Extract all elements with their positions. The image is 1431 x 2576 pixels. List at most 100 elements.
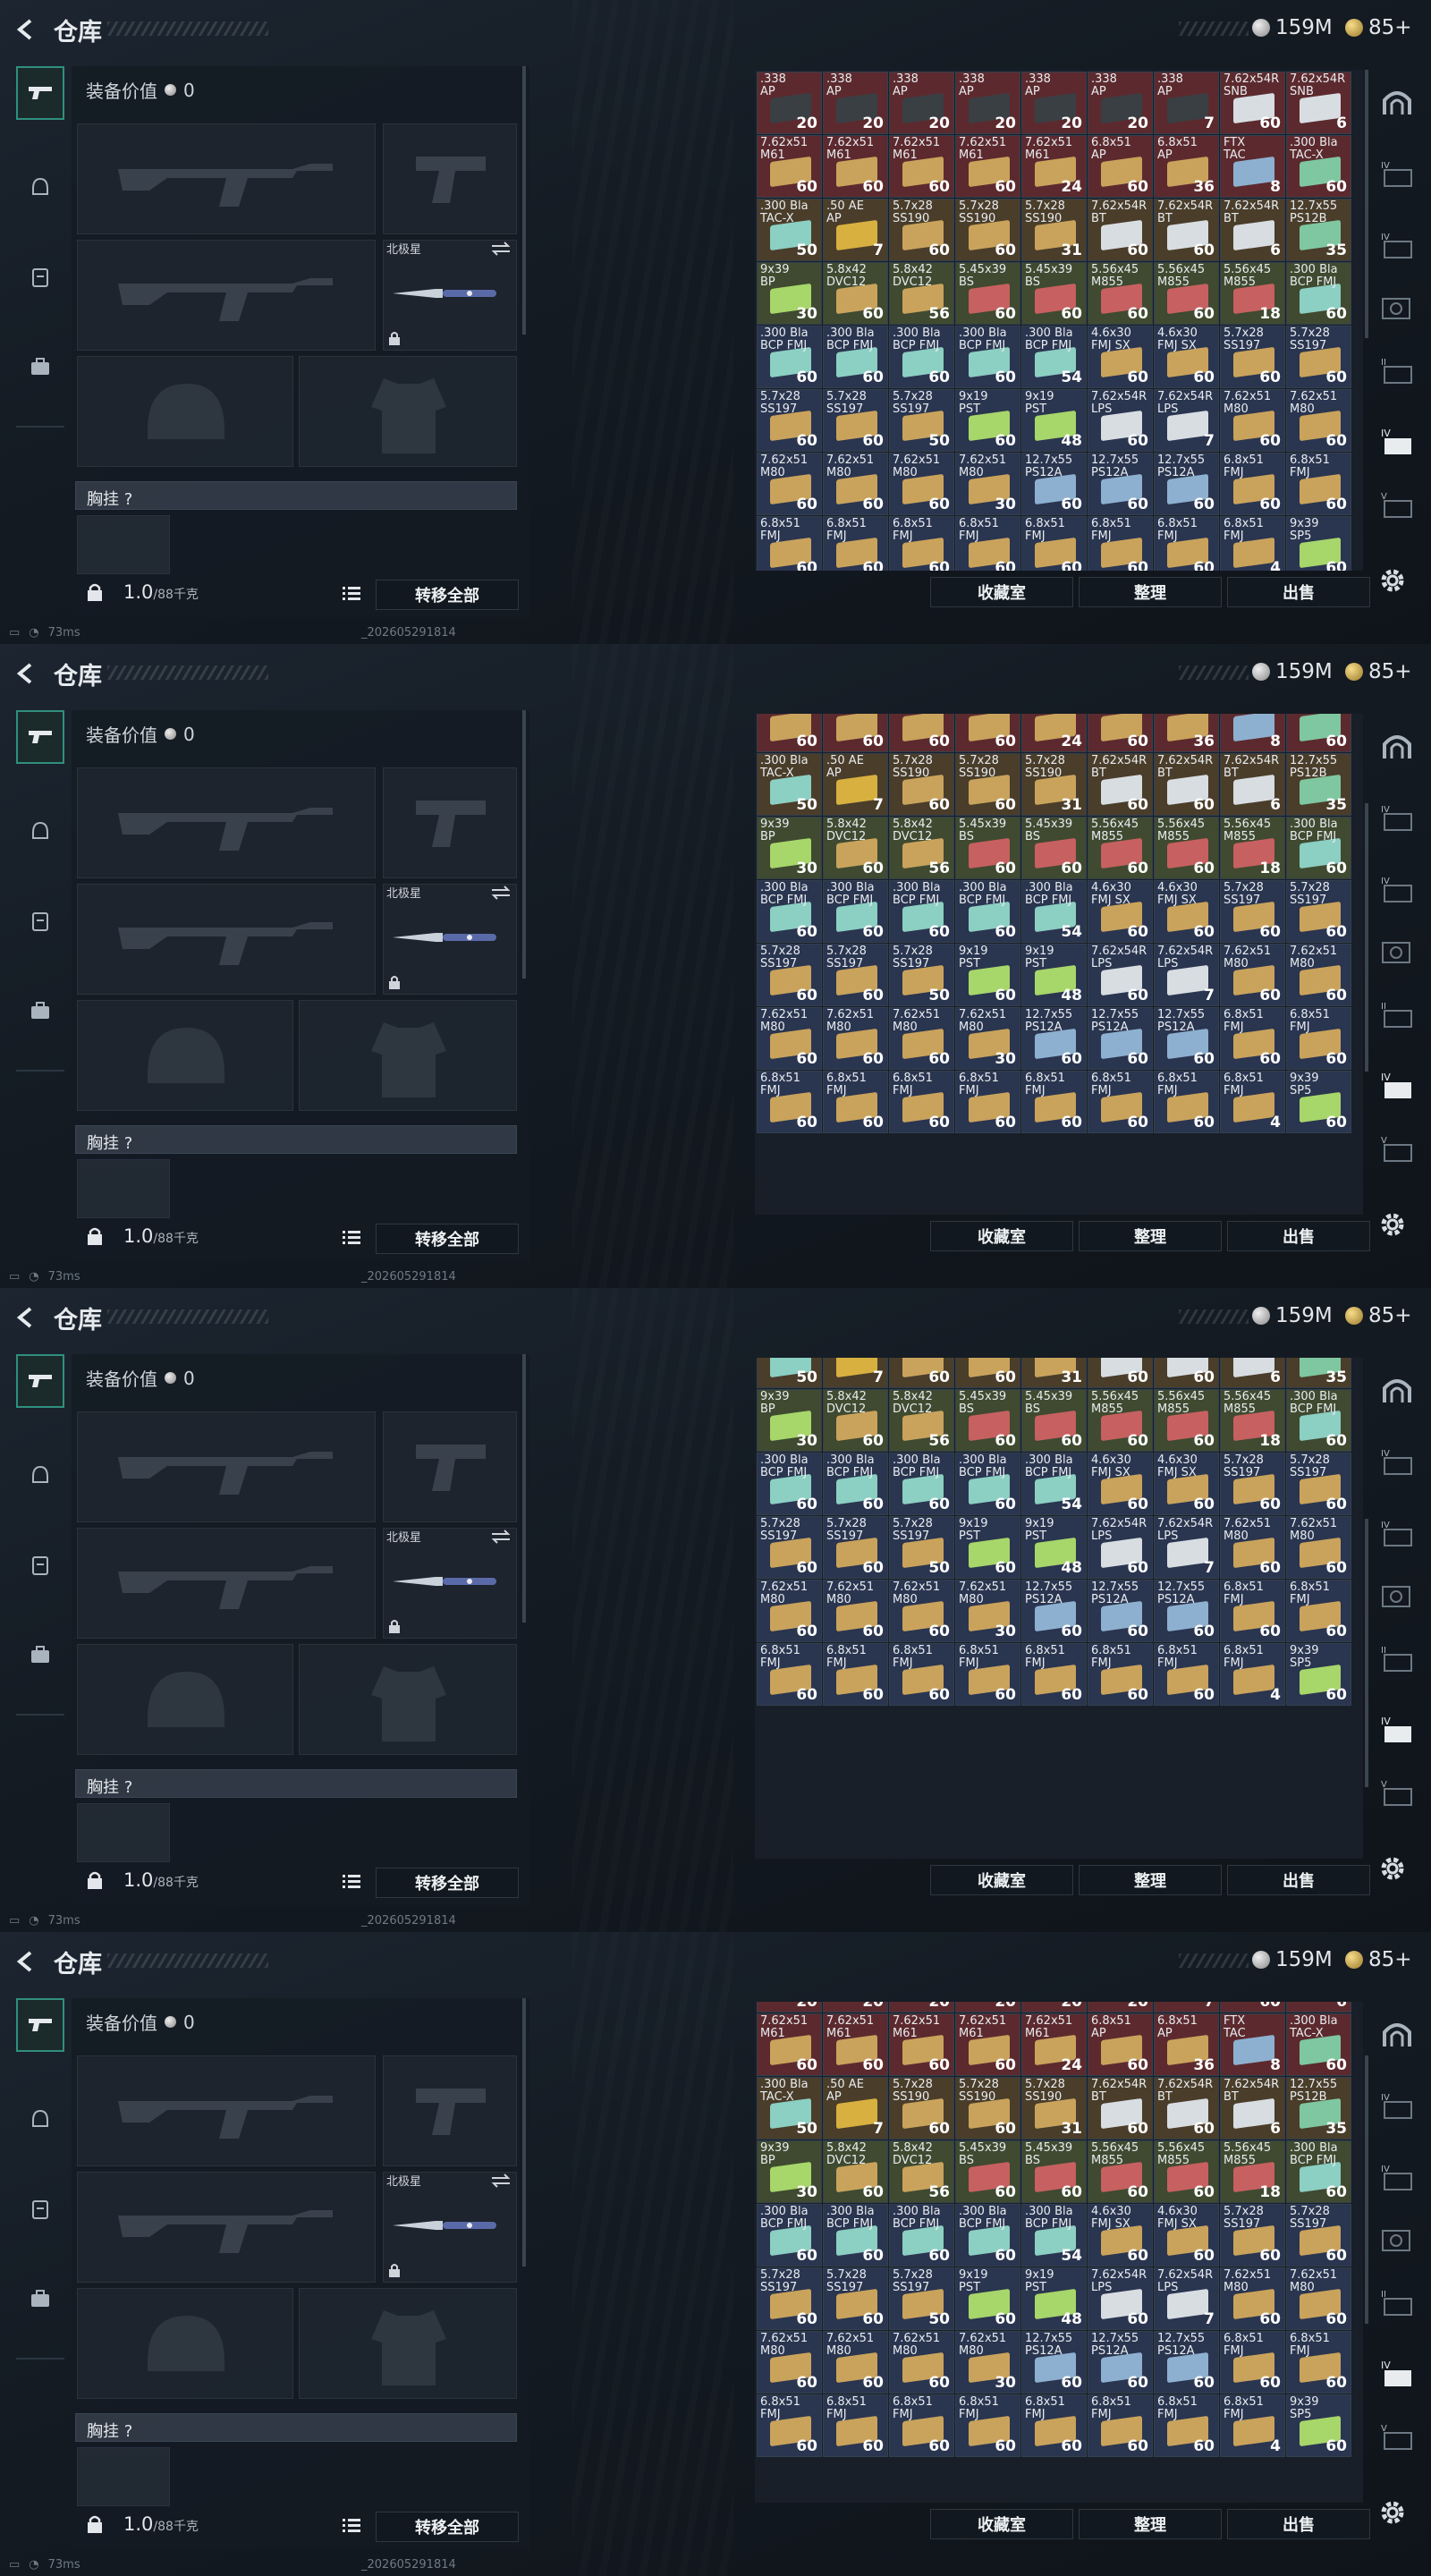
stash-item[interactable]: 5.7x28 SS19060 [889, 199, 954, 261]
stash-scrollbar[interactable] [1365, 70, 1368, 338]
stash-item[interactable]: .50 AE AP7 [823, 1358, 888, 1388]
stash-item[interactable]: 4.6x30 FMJ SX 60 [1154, 1453, 1219, 1515]
stash-item[interactable]: 7.62x51 M80 30 [955, 1007, 1020, 1070]
stash-item[interactable]: 7.62x51 M61 60 [823, 2013, 888, 2076]
stash-item[interactable]: 5.7x28 SS197 60 [823, 1516, 888, 1579]
stash-item[interactable]: .300 Bla BCP FMJ 60 [757, 326, 822, 388]
stash-item[interactable]: 6.8x51 AP 36 [1154, 135, 1219, 198]
stash-item[interactable]: 5.7x28 SS19060 [889, 1358, 954, 1388]
stash-item[interactable]: 6.8x51 FMJ 60 [1021, 1643, 1087, 1706]
stash-item[interactable]: 7.62x51 M61 24 [1021, 714, 1087, 752]
loadout-scrollbar[interactable] [522, 66, 526, 335]
stash-item[interactable]: 5.7x28 SS19060 [955, 2077, 1020, 2140]
stash-item[interactable]: 12.7x55 PS12B35 [1286, 1358, 1351, 1388]
settings-gear-icon[interactable] [1377, 1209, 1408, 1240]
stash-item[interactable]: 6.8x51 AP 36 [1154, 714, 1219, 752]
stash-item[interactable]: 12.7x55 PS12B35 [1286, 199, 1351, 261]
loadout-scrollbar[interactable] [522, 1998, 526, 2267]
stash-item[interactable]: 12.7x55 PS12A 60 [1088, 453, 1153, 515]
case-iv-selected-icon[interactable]: IV [1377, 1068, 1417, 1104]
stash-item[interactable]: 7.62x54R BT6 [1220, 1358, 1285, 1388]
stash-item[interactable]: .300 Bla TAC-X 60 [1286, 135, 1351, 198]
stash-item[interactable]: 5.8x42 DVC12 60 [823, 817, 888, 879]
stash-item[interactable]: 7.62x51 M80 60 [889, 1007, 954, 1070]
stash-item[interactable]: .300 Bla BCP FMJ 60 [823, 326, 888, 388]
case-iv-icon[interactable]: IV [1377, 871, 1417, 907]
stash-item[interactable]: .300 Bla BCP FMJ 60 [757, 880, 822, 943]
collection-room-button[interactable]: 收藏室 [930, 1221, 1073, 1251]
stash-item[interactable]: .300 Bla BCP FMJ 60 [1286, 262, 1351, 325]
stash-item[interactable]: 5.7x28 SS197 50 [889, 389, 954, 452]
stash-item[interactable]: 7.62x51 M80 60 [889, 2331, 954, 2394]
tab-backpack[interactable] [16, 1628, 64, 1682]
tab-armor[interactable] [16, 161, 64, 215]
stash-item[interactable]: 7.62x51 M80 60 [823, 453, 888, 515]
gold-currency[interactable]: 85+ [1345, 1302, 1412, 1329]
sell-button[interactable]: 出售 [1227, 577, 1370, 607]
stash-item[interactable]: .300 Bla BCP FMJ 54 [1021, 2204, 1087, 2267]
collection-room-button[interactable]: 收藏室 [930, 1865, 1073, 1895]
stash-item[interactable]: 7.62x51 M80 60 [757, 453, 822, 515]
stash-item[interactable]: .300 Bla BCP FMJ 60 [1286, 1389, 1351, 1452]
helmet-slot[interactable] [77, 356, 293, 467]
stash-item[interactable]: 5.8x42 DVC12 56 [889, 2140, 954, 2203]
stash-item[interactable]: 7.62x51 M61 60 [889, 135, 954, 198]
stash-item[interactable]: 6.8x51 FMJ 60 [1154, 1643, 1219, 1706]
gold-currency[interactable]: 85+ [1345, 658, 1412, 685]
stash-item[interactable]: 6.8x51 FMJ 60 [823, 2394, 888, 2457]
primary-weapon-slot[interactable] [77, 1411, 376, 1522]
list-icon[interactable] [342, 585, 361, 603]
stash-item[interactable]: 5.7x28 SS19060 [955, 753, 1020, 816]
stash-item[interactable]: 12.7x55 PS12A 60 [1021, 1580, 1087, 1642]
stash-item[interactable]: 6.8x51 AP 36 [1154, 2013, 1219, 2076]
arch-icon[interactable] [1377, 728, 1417, 764]
stash-item[interactable]: 6.8x51 FMJ 60 [1021, 2394, 1087, 2457]
stash-item[interactable]: 7.62x51 M80 60 [757, 2331, 822, 2394]
stash-item[interactable]: 4.6x30 FMJ SX 60 [1088, 880, 1153, 943]
armor-slot[interactable] [299, 1644, 517, 1755]
chest-rig-slot[interactable] [77, 1803, 170, 1862]
stash-scrollbar[interactable] [1365, 2055, 1368, 2324]
sell-button[interactable]: 出售 [1227, 1865, 1370, 1895]
stash-item[interactable]: 5.7x28 SS197 60 [1286, 880, 1351, 943]
settings-gear-icon[interactable] [1377, 565, 1408, 596]
stash-item[interactable]: 5.56x45 M855 60 [1088, 2140, 1153, 2203]
stash-item[interactable]: 5.7x28 SS197 60 [1286, 326, 1351, 388]
sort-button[interactable]: 整理 [1079, 1221, 1222, 1251]
stash-item[interactable]: .300 Bla TAC-X 50 [757, 2077, 822, 2140]
stash-item[interactable]: 9x39 SP5 60 [1286, 516, 1351, 571]
stash-item[interactable]: 5.45x39 BS 60 [955, 817, 1020, 879]
stash-item[interactable]: .300 Bla BCP FMJ 60 [1286, 817, 1351, 879]
stash-grid[interactable]: .338 AP20.338 AP20.338 AP20.338 AP20.338… [755, 70, 1363, 571]
stash-item[interactable]: .300 Bla BCP FMJ 60 [1286, 2140, 1351, 2203]
pistol-slot[interactable] [383, 1411, 517, 1522]
back-arrow-icon[interactable] [13, 16, 39, 43]
stash-item[interactable]: 5.56x45 M855 18 [1220, 2140, 1285, 2203]
stash-item[interactable]: 5.8x42 DVC12 60 [823, 262, 888, 325]
stash-item[interactable]: 7.62x54R BT60 [1154, 199, 1219, 261]
case-v-icon[interactable]: V [1377, 487, 1417, 522]
sell-button[interactable]: 出售 [1227, 2509, 1370, 2539]
stash-item[interactable]: 7.62x54R BT6 [1220, 2077, 1285, 2140]
stash-item[interactable]: 5.56x45 M855 18 [1220, 262, 1285, 325]
stash-item[interactable]: 5.45x39 BS 60 [955, 262, 1020, 325]
tab-weapons[interactable] [16, 1998, 64, 2052]
secondary-weapon-slot[interactable] [77, 1528, 376, 1639]
stash-item[interactable]: 7.62x54R BT60 [1088, 1358, 1153, 1388]
stash-scrollbar[interactable] [1365, 1519, 1368, 1787]
stash-item[interactable]: 7.62x51 M61 60 [757, 135, 822, 198]
stash-item[interactable]: 6.8x51 FMJ 60 [1286, 2331, 1351, 2394]
stash-item[interactable]: .338 AP20 [1088, 2002, 1153, 2012]
stash-item[interactable]: 12.7x55 PS12B35 [1286, 2077, 1351, 2140]
secondary-weapon-slot[interactable] [77, 884, 376, 995]
sort-button[interactable]: 整理 [1079, 1865, 1222, 1895]
case-iv-icon[interactable]: IV [1377, 227, 1417, 263]
stash-item[interactable]: 5.56x45 M855 18 [1220, 1389, 1285, 1452]
stash-item[interactable]: 7.62x51 M80 30 [955, 2331, 1020, 2394]
primary-weapon-slot[interactable] [77, 767, 376, 878]
back-arrow-icon[interactable] [13, 1304, 39, 1331]
stash-item[interactable]: .300 Bla TAC-X 50 [757, 199, 822, 261]
stash-item[interactable]: 5.7x28 SS19060 [889, 2077, 954, 2140]
stash-item[interactable]: .338 AP 7 [1154, 72, 1219, 134]
stash-item[interactable]: 6.8x51 FMJ 4 [1220, 516, 1285, 571]
